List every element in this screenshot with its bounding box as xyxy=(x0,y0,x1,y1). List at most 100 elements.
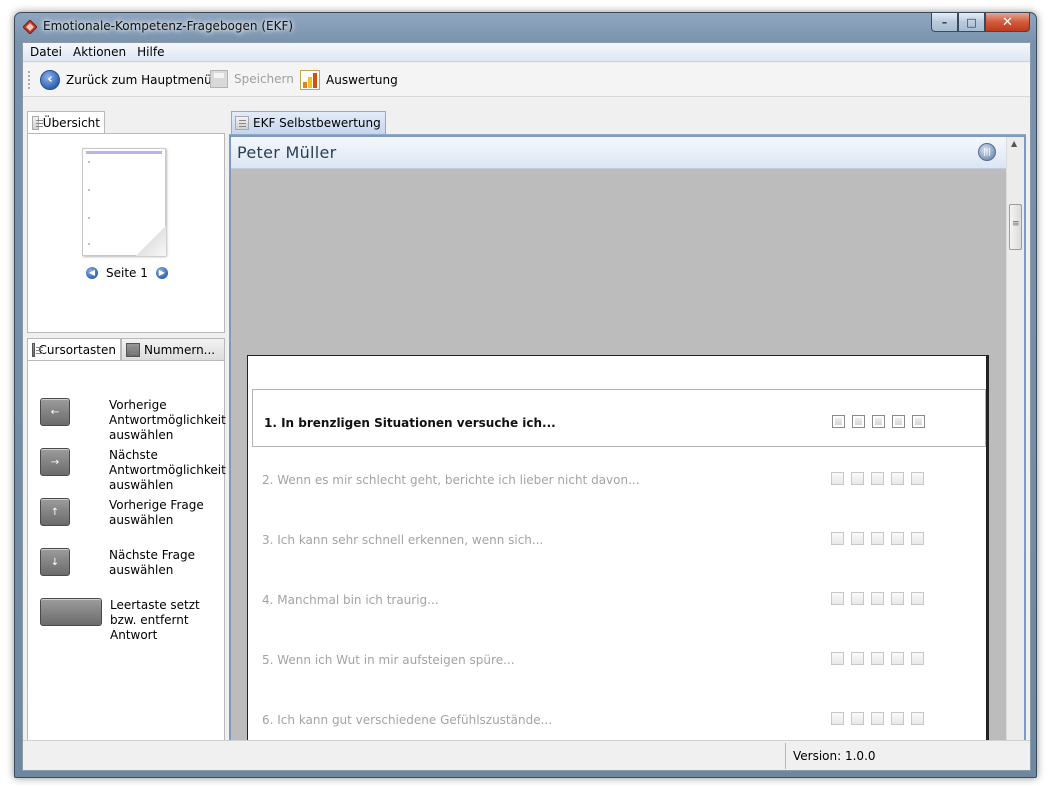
thumbnail-header-bar xyxy=(86,151,162,154)
minimize-button[interactable]: – xyxy=(931,13,958,32)
question-text: 3. Ich kann sehr schnell erkennen, wenn … xyxy=(262,533,544,547)
answer-options xyxy=(831,472,924,485)
answer-checkbox[interactable] xyxy=(911,532,924,545)
key-help-item: ↑ Vorherige Frage auswählen xyxy=(40,498,221,528)
answer-checkbox[interactable] xyxy=(891,652,904,665)
page-curl xyxy=(136,226,166,256)
tab-ekf-self-assessment[interactable]: EKF Selbstbewertung xyxy=(231,111,386,134)
tab-number-keys[interactable]: Nummern... xyxy=(121,338,225,360)
question-row[interactable]: 4. Manchmal bin ich traurig... xyxy=(252,567,986,625)
menu-hilfe[interactable]: Hilfe xyxy=(133,43,171,61)
answer-checkbox[interactable] xyxy=(911,712,924,725)
save-button[interactable]: Speichern xyxy=(210,70,294,88)
answer-checkbox[interactable] xyxy=(871,712,884,725)
answer-checkbox[interactable] xyxy=(851,532,864,545)
scroll-thumb[interactable] xyxy=(1009,204,1022,250)
answer-checkbox[interactable] xyxy=(891,472,904,485)
document-icon xyxy=(32,115,43,130)
close-button[interactable]: ✕ xyxy=(985,13,1030,32)
back-arrow-icon: ‹ xyxy=(40,70,60,90)
answer-checkbox[interactable] xyxy=(851,592,864,605)
answer-checkbox[interactable] xyxy=(871,472,884,485)
answer-checkbox[interactable] xyxy=(911,652,924,665)
answer-checkbox[interactable] xyxy=(911,472,924,485)
answer-checkbox[interactable] xyxy=(891,592,904,605)
answer-checkbox[interactable] xyxy=(832,415,845,428)
answer-checkbox[interactable] xyxy=(872,415,885,428)
answer-checkbox[interactable] xyxy=(871,592,884,605)
question-text: 1. In brenzligen Situationen versuche ic… xyxy=(264,416,556,430)
status-separator xyxy=(785,743,786,769)
window-title: Emotionale-Kompetenz-Fragebogen (EKF) xyxy=(43,19,294,33)
back-to-main-menu-button[interactable]: ‹ Zurück zum Hauptmenü xyxy=(40,70,212,90)
answer-checkbox[interactable] xyxy=(831,532,844,545)
document-header: Peter Müller ||| xyxy=(231,137,1006,169)
answer-checkbox[interactable] xyxy=(851,712,864,725)
back-label: Zurück zum Hauptmenü xyxy=(66,73,212,87)
previous-page-icon[interactable]: ◀ xyxy=(86,267,98,279)
questionnaire-page: 1. In brenzligen Situationen versuche ic… xyxy=(247,355,989,755)
answer-checkbox[interactable] xyxy=(892,415,905,428)
document-view: Peter Müller ||| ▲ ▼ 1. In brenzligen Si… xyxy=(229,135,1026,757)
answer-checkbox[interactable] xyxy=(871,532,884,545)
menu-aktionen[interactable]: Aktionen xyxy=(69,43,133,61)
next-page-icon[interactable]: ▶ xyxy=(155,267,168,279)
thumbnail-line xyxy=(88,189,90,191)
evaluation-button[interactable]: Auswertung xyxy=(300,70,398,90)
question-row[interactable]: 1. In brenzligen Situationen versuche ic… xyxy=(252,389,986,447)
options-icon[interactable]: ||| xyxy=(978,143,996,161)
app-window: Emotionale-Kompetenz-Fragebogen (EKF) – … xyxy=(14,12,1037,778)
menu-datei[interactable]: Datei xyxy=(26,43,69,61)
save-label: Speichern xyxy=(234,72,294,86)
question-row[interactable]: 3. Ich kann sehr schnell erkennen, wenn … xyxy=(252,507,986,565)
question-text: 6. Ich kann gut verschiedene Gefühlszust… xyxy=(262,713,553,727)
down-arrow-key-icon: ↓ xyxy=(40,548,70,576)
answer-checkbox[interactable] xyxy=(831,472,844,485)
numbers-tab-label: Nummern... xyxy=(144,342,216,357)
answer-options xyxy=(831,592,924,605)
tab-overview[interactable]: Übersicht xyxy=(27,111,105,133)
minimize-icon: – xyxy=(941,15,948,29)
thumbnail-line xyxy=(88,161,90,163)
question-text: 4. Manchmal bin ich traurig... xyxy=(262,593,439,607)
key-help-panel: ← Vorherige Antwortmöglichkeit auswählen… xyxy=(27,360,226,742)
answer-checkbox[interactable] xyxy=(831,712,844,725)
title-bar[interactable]: Emotionale-Kompetenz-Fragebogen (EKF) – … xyxy=(15,13,1036,41)
tab-cursor-keys[interactable]: Cursortasten xyxy=(27,338,121,360)
toolbar-grip[interactable] xyxy=(28,71,31,89)
key-help-text: Nächste Frage auswählen xyxy=(109,548,196,577)
answer-options xyxy=(831,532,924,545)
answer-checkbox[interactable] xyxy=(831,592,844,605)
answer-checkbox[interactable] xyxy=(891,712,904,725)
question-row[interactable]: 5. Wenn ich Wut in mir aufsteigen spüre.… xyxy=(252,627,986,685)
maximize-button[interactable]: □ xyxy=(958,13,985,32)
answer-options xyxy=(831,652,924,665)
main-tab-label: EKF Selbstbewertung xyxy=(253,116,381,130)
answer-checkbox[interactable] xyxy=(891,532,904,545)
answer-checkbox[interactable] xyxy=(851,472,864,485)
answer-checkbox[interactable] xyxy=(831,652,844,665)
answer-checkbox[interactable] xyxy=(911,592,924,605)
page-label: Seite 1 xyxy=(106,266,148,280)
question-row[interactable]: 6. Ich kann gut verschiedene Gefühlszust… xyxy=(252,687,986,745)
key-help-text: Nächste Antwortmöglichkeit auswählen xyxy=(109,448,226,492)
key-help-item: ← Vorherige Antwortmöglichkeit auswählen xyxy=(40,398,226,443)
question-text: 2. Wenn es mir schlecht geht, berichte i… xyxy=(262,473,640,487)
answer-checkbox[interactable] xyxy=(851,652,864,665)
page-navigator: ◀ Seite 1 ▶ xyxy=(86,266,168,280)
maximize-icon: □ xyxy=(966,15,977,29)
cursor-tab-label: Cursortasten xyxy=(38,342,116,357)
question-row[interactable]: 2. Wenn es mir schlecht geht, berichte i… xyxy=(252,447,986,505)
key-help-item: ↓ Nächste Frage auswählen xyxy=(40,548,221,578)
answer-checkbox[interactable] xyxy=(912,415,925,428)
key-help-text: Leertaste setzt bzw. entfernt Antwort xyxy=(110,598,200,642)
answer-checkbox[interactable] xyxy=(852,415,865,428)
page-thumbnail[interactable] xyxy=(82,148,166,256)
scroll-up-icon[interactable]: ▲ xyxy=(1011,139,1017,148)
vertical-scrollbar[interactable]: ▲ ▼ xyxy=(1006,137,1024,755)
answer-options xyxy=(831,712,924,725)
up-arrow-key-icon: ↑ xyxy=(40,498,70,526)
answer-checkbox[interactable] xyxy=(871,652,884,665)
close-icon: ✕ xyxy=(1002,14,1013,30)
keyboard-icon xyxy=(32,342,42,357)
